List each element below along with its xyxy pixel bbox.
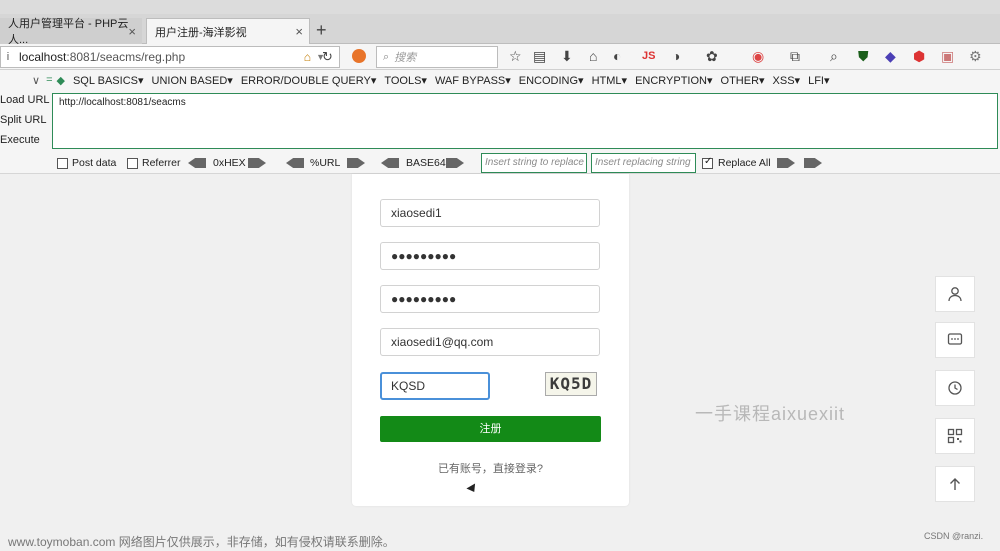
extension-icon[interactable]: ⚙ (969, 48, 982, 65)
menu-encoding[interactable]: ENCODING▾ (519, 74, 584, 87)
referrer-checkbox[interactable] (127, 158, 138, 169)
menu-lfi[interactable]: LFI▾ (808, 74, 829, 87)
replace-arrow-icon[interactable] (777, 158, 795, 168)
base64-encode-arrow-icon[interactable] (446, 158, 464, 168)
nav-bar: i localhost:8081/seacms/reg.php ⌂ ▼ ↻ ⌕ … (0, 44, 1000, 70)
qrcode-icon[interactable] (935, 418, 975, 454)
search-tool-icon[interactable]: ⌕ (830, 48, 838, 65)
replacing-string-input[interactable]: Insert replacing string (591, 153, 696, 173)
post-data-checkbox[interactable] (57, 158, 68, 169)
captcha-input[interactable]: KQSD (380, 372, 490, 400)
address-url: localhost:8081/seacms/reg.php (19, 50, 186, 64)
history-icon[interactable] (935, 370, 975, 406)
menu-other[interactable]: OTHER▾ (721, 74, 765, 87)
search-input[interactable]: ⌕ 搜索 (376, 46, 498, 68)
url-encode-arrow-icon[interactable] (347, 158, 365, 168)
search-placeholder: 搜索 (394, 52, 417, 64)
menu-waf-bypass[interactable]: WAF BYPASS▾ (435, 74, 511, 87)
captcha-image[interactable]: KQ5D (545, 372, 597, 396)
password-input[interactable]: ●●●●●●●●● (380, 242, 600, 270)
palette-icon[interactable]: ✿ (706, 48, 718, 65)
extension-icon[interactable]: ⧉ (790, 48, 800, 65)
post-data-label: Post data (72, 157, 117, 169)
extension-icon[interactable]: ▣ (941, 48, 954, 65)
confirm-password-input[interactable]: ●●●●●●●●● (380, 285, 600, 313)
execute-button[interactable]: Execute (0, 134, 40, 146)
extension-icon[interactable]: ◐ (613, 48, 621, 64)
hackbar-menu: ∨ = ◆ SQL BASICS▾ UNION BASED▾ ERROR/DOU… (0, 70, 1000, 90)
tab-label: 人用户管理平台 - PHP云人... (8, 18, 129, 46)
tab-register[interactable]: 用户注册-海洋影视 × (146, 18, 310, 44)
hackbar-url-panel: Load URL Split URL Execute http://localh… (0, 90, 1000, 152)
load-url-button[interactable]: Load URL (0, 94, 50, 106)
replace-arrow-icon[interactable] (804, 158, 822, 168)
menu-union-based[interactable]: UNION BASED▾ (152, 74, 233, 87)
register-form-card: xiaosedi1 ●●●●●●●●● ●●●●●●●●● xiaosedi1@… (352, 174, 629, 506)
mouse-cursor-icon (466, 483, 479, 495)
adblock-icon[interactable]: ⬢ (913, 48, 925, 65)
username-input[interactable]: xiaosedi1 (380, 199, 600, 227)
csdn-watermark: CSDN @ranzi. (924, 531, 984, 541)
extension-icon[interactable]: ◑ (672, 48, 680, 64)
course-watermark: 一手课程aixuexiit (695, 404, 846, 424)
split-url-button[interactable]: Split URL (0, 114, 46, 126)
url-label: %URL (310, 157, 341, 169)
browser-menubar (0, 0, 1000, 14)
hackbar-url-textarea[interactable]: http://localhost:8081/seacms (52, 93, 998, 149)
shield-icon[interactable]: ⛊ (858, 48, 869, 65)
extension-icon[interactable]: ◆ (885, 48, 896, 65)
js-icon[interactable]: JS (642, 50, 655, 62)
hex-encode-arrow-icon[interactable] (248, 158, 266, 168)
close-icon[interactable]: × (295, 24, 303, 39)
bookmark-star-icon[interactable]: ☆ (509, 48, 522, 65)
addon-icon[interactable] (352, 49, 366, 63)
equals-icon[interactable]: = (46, 74, 52, 86)
hex-label: 0xHEX (213, 157, 246, 169)
search-icon: ⌕ (383, 50, 390, 63)
diamond-icon[interactable]: ◆ (57, 74, 65, 87)
base64-label: BASE64 (406, 157, 446, 169)
hex-decode-arrow-icon[interactable] (188, 158, 206, 168)
tab-php-cloud[interactable]: 人用户管理平台 - PHP云人... × (0, 18, 142, 46)
base64-decode-arrow-icon[interactable] (381, 158, 399, 168)
close-icon[interactable]: × (128, 24, 136, 39)
chevron-down-icon[interactable]: ∨ (32, 74, 40, 87)
menu-sql-basics[interactable]: SQL BASICS▾ (73, 74, 144, 87)
replace-all-checkbox[interactable] (702, 156, 713, 169)
home-button-icon[interactable]: ⌂ (589, 48, 597, 64)
reload-icon[interactable]: ↻ (322, 49, 333, 65)
replace-all-label: Replace All (718, 157, 771, 169)
address-bar[interactable]: i localhost:8081/seacms/reg.php ⌂ ▼ (0, 46, 340, 68)
referrer-label: Referrer (142, 157, 181, 169)
tab-label: 用户注册-海洋影视 (155, 26, 247, 39)
download-icon[interactable]: ⬇ (561, 48, 573, 65)
page-content: xiaosedi1 ●●●●●●●●● ●●●●●●●●● xiaosedi1@… (0, 174, 1000, 551)
menu-html[interactable]: HTML▾ (592, 74, 627, 87)
tab-bar: 人用户管理平台 - PHP云人... × 用户注册-海洋影视 × + (0, 14, 1000, 46)
register-button[interactable]: 注册 (380, 416, 601, 442)
new-tab-button[interactable]: + (316, 20, 327, 41)
menu-error-double-query[interactable]: ERROR/DOUBLE QUERY▾ (241, 74, 377, 87)
home-icon[interactable]: ⌂ (304, 50, 311, 64)
hackbar-options: Post data Referrer 0xHEX %URL BASE64 Ins… (0, 152, 1000, 174)
insert-string-input[interactable]: Insert string to replace (481, 153, 587, 173)
menu-encryption[interactable]: ENCRYPTION▾ (635, 74, 712, 87)
info-icon[interactable]: i (1, 51, 15, 63)
login-link[interactable]: 已有账号，直接登录? (352, 460, 629, 476)
reader-icon[interactable]: ▤ (533, 48, 546, 65)
back-to-top-icon[interactable] (935, 466, 975, 502)
message-icon[interactable] (935, 322, 975, 358)
email-input[interactable]: xiaosedi1@qq.com (380, 328, 600, 356)
user-icon[interactable] (935, 276, 975, 312)
menu-xss[interactable]: XSS▾ (773, 74, 801, 87)
extension-icon[interactable]: ◉ (752, 48, 764, 65)
footer-watermark: www.toymoban.com 网络图片仅供展示，非存储，如有侵权请联系删除。 (8, 535, 395, 549)
url-decode-arrow-icon[interactable] (286, 158, 304, 168)
menu-tools[interactable]: TOOLS▾ (384, 74, 427, 87)
